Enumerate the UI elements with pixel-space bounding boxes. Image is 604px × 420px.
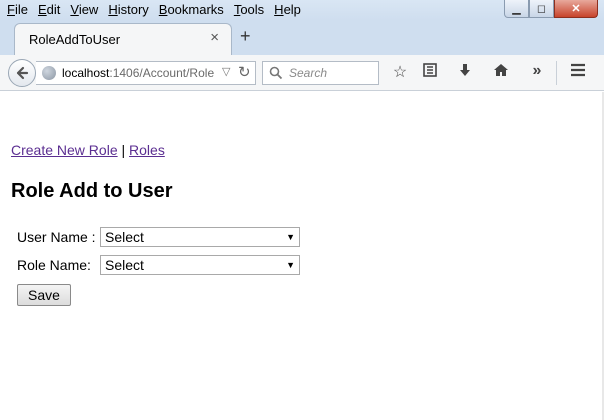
menu-tools[interactable]: Tools xyxy=(229,1,269,18)
role-name-select-value: Select xyxy=(105,257,144,273)
star-icon[interactable]: ☆ xyxy=(389,62,411,82)
menu-bookmarks[interactable]: Bookmarks xyxy=(154,1,229,18)
link-separator: | xyxy=(121,142,126,158)
dropdown-arrow-icon: ▼ xyxy=(286,232,295,242)
menu-view[interactable]: View xyxy=(65,1,103,18)
tab-title: RoleAddToUser xyxy=(29,32,121,47)
globe-icon xyxy=(42,66,56,80)
user-name-row: User Name : Select ▼ xyxy=(17,227,300,247)
role-name-row: Role Name: Select ▼ xyxy=(17,255,300,275)
minimize-icon: ▁ xyxy=(512,3,521,15)
search-bar[interactable]: Search xyxy=(262,61,379,85)
minimize-button[interactable]: ▁ xyxy=(504,0,529,18)
save-button[interactable]: Save xyxy=(17,284,71,306)
close-window-button[interactable]: ✕ xyxy=(554,0,598,18)
role-name-label: Role Name: xyxy=(17,257,91,273)
reading-list-icon[interactable] xyxy=(419,62,441,83)
menu-file[interactable]: File xyxy=(2,1,33,18)
window-controls: ▁ ◻ ✕ xyxy=(504,0,598,18)
roles-link[interactable]: Roles xyxy=(129,142,165,158)
new-tab-icon[interactable]: + xyxy=(240,26,251,47)
menu-edit[interactable]: Edit xyxy=(33,1,65,18)
menu-history[interactable]: History xyxy=(103,1,153,18)
back-arrow-icon xyxy=(16,66,29,80)
user-name-label: User Name : xyxy=(17,229,96,245)
navigation-bar: localhost:1406/Account/Role ▽ ↻ Search ☆… xyxy=(0,55,604,91)
title-bar: File Edit View History Bookmarks Tools H… xyxy=(0,0,604,20)
role-name-select[interactable]: Select ▼ xyxy=(100,255,300,275)
tab-strip: RoleAddToUser × + xyxy=(0,20,604,55)
search-icon xyxy=(269,66,283,80)
maximize-button[interactable]: ◻ xyxy=(529,0,554,18)
create-new-role-link[interactable]: Create New Role xyxy=(11,142,118,158)
toolbar-divider xyxy=(556,61,557,85)
tab-close-icon[interactable]: × xyxy=(210,29,219,46)
page-title: Role Add to User xyxy=(11,180,173,202)
search-placeholder: Search xyxy=(289,66,328,80)
menu-help[interactable]: Help xyxy=(269,1,306,18)
hamburger-menu-icon[interactable] xyxy=(567,62,589,83)
download-icon[interactable] xyxy=(454,62,476,83)
page-content: Create New Role | Roles Role Add to User… xyxy=(0,92,604,420)
nav-links: Create New Role | Roles xyxy=(11,142,165,158)
tab-roleaddtouser[interactable]: RoleAddToUser × xyxy=(14,23,232,55)
reload-icon[interactable]: ↻ xyxy=(238,63,251,81)
maximize-icon: ◻ xyxy=(536,3,547,15)
dropdown-arrow-icon: ▼ xyxy=(286,260,295,270)
url-dropdown-icon[interactable]: ▽ xyxy=(222,65,230,78)
close-icon: ✕ xyxy=(571,3,581,15)
menu-bar: File Edit View History Bookmarks Tools H… xyxy=(2,1,306,18)
chevron-double-right-icon[interactable]: » xyxy=(526,62,548,80)
url-text[interactable]: localhost:1406/Account/Role xyxy=(62,66,214,80)
user-name-select-value: Select xyxy=(105,229,144,245)
back-button[interactable] xyxy=(8,59,36,87)
url-bar[interactable]: localhost:1406/Account/Role ▽ ↻ xyxy=(36,61,256,85)
user-name-select[interactable]: Select ▼ xyxy=(100,227,300,247)
home-icon[interactable] xyxy=(490,62,512,83)
